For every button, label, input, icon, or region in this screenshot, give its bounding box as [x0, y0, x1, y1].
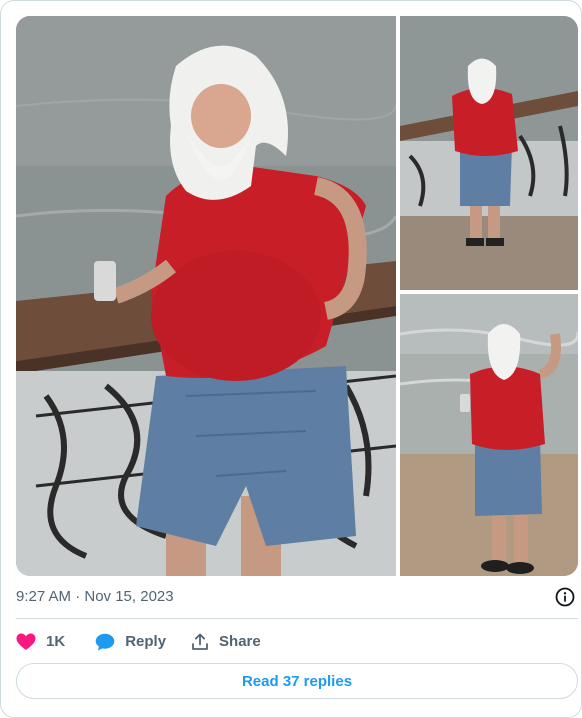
tweet-timestamp[interactable]: 9:27 AM · Nov 15, 2023: [16, 587, 174, 607]
action-bar: 1K Reply Share: [16, 631, 261, 653]
photo-top-right[interactable]: [400, 16, 578, 290]
info-button[interactable]: [554, 586, 576, 608]
share-upload-icon: [192, 633, 208, 650]
divider: [16, 618, 578, 619]
media-grid: [16, 16, 578, 576]
reply-button[interactable]: Reply: [95, 632, 166, 652]
like-button[interactable]: 1K: [16, 632, 65, 652]
share-button[interactable]: Share: [191, 632, 261, 652]
share-label: Share: [219, 633, 261, 650]
heart-icon: [16, 633, 36, 650]
reply-label: Reply: [125, 633, 167, 650]
tweet-card: 9:27 AM · Nov 15, 2023 1K Reply Share Re…: [0, 0, 582, 718]
info-icon: [555, 587, 575, 607]
like-count: 1K: [46, 633, 66, 650]
read-replies-button[interactable]: Read 37 replies: [16, 663, 578, 699]
speech-bubble-icon: [95, 633, 115, 651]
photo-main[interactable]: [16, 16, 396, 576]
photo-bottom-right[interactable]: [400, 294, 578, 576]
